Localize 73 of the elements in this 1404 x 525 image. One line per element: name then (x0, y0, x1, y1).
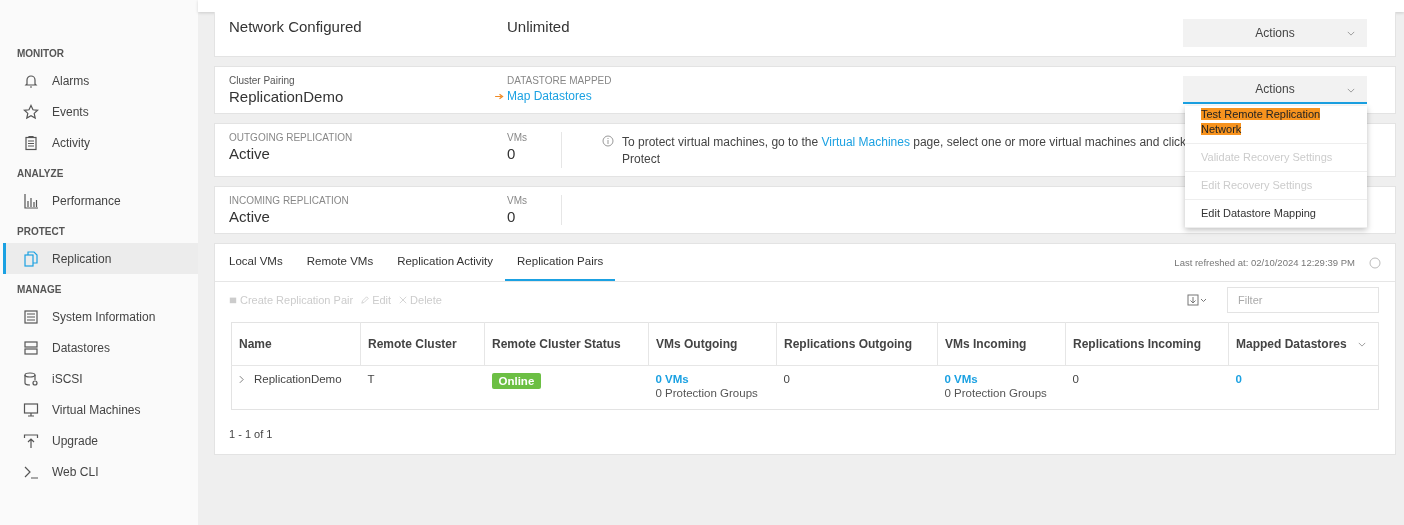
column-header[interactable]: Remote Cluster (360, 322, 485, 366)
tab[interactable]: Local VMs (229, 244, 295, 281)
nav-item[interactable]: Web CLI (3, 456, 198, 487)
field-label: OUTGOING REPLICATION (229, 132, 354, 143)
section-heading: MONITOR (16, 47, 66, 61)
field-value: ReplicationDemo (229, 88, 345, 105)
pagination-text: 1 - 1 of 1 (228, 427, 274, 442)
table-cell-text: 0 Protection Groups (944, 387, 1048, 399)
nav-item[interactable]: Datastores (3, 332, 198, 363)
monitor-icon (23, 401, 39, 418)
table-cell: ReplicationDemo (254, 373, 342, 385)
last-refreshed-text: Last refreshed at: 02/10/2024 12:29:39 PM (1174, 257, 1355, 268)
table-cell: 0 (783, 373, 790, 385)
expand-icon[interactable] (239, 374, 244, 384)
menu-item[interactable]: Test Remote Replication Network (1185, 106, 1367, 144)
section-heading: PROTECT (16, 225, 66, 239)
field-label: DATASTORE MAPPED (506, 75, 613, 86)
bell-icon (23, 72, 39, 89)
arrow-icon (495, 92, 504, 100)
field-label: INCOMING REPLICATION (229, 195, 350, 206)
column-header[interactable]: Replications Incoming (1065, 322, 1229, 366)
field-label: VMs (507, 195, 528, 206)
field-value: 0 (507, 208, 517, 225)
field-label: VMs (507, 132, 528, 143)
section-heading: MANAGE (16, 283, 63, 297)
field-value: Network Configured (229, 18, 363, 35)
filter-field[interactable]: Filter (1227, 287, 1379, 313)
nav-item[interactable]: Upgrade (3, 425, 198, 456)
actions-dropdown[interactable]: Actions (1183, 76, 1367, 104)
field-value: Active (229, 208, 271, 225)
export-icon[interactable] (1187, 294, 1207, 306)
bar-chart-icon (23, 192, 39, 209)
actions-dropdown[interactable]: Actions (1183, 19, 1367, 47)
nav-item[interactable]: Performance (3, 185, 198, 216)
star-icon (23, 103, 39, 120)
table-cell-text: 0 Protection Groups (655, 387, 759, 399)
column-header[interactable]: Name (231, 322, 361, 366)
status-badge: Online (491, 373, 542, 389)
list-icon (23, 308, 39, 325)
pencil-icon (361, 296, 370, 304)
column-header[interactable]: VMs Outgoing (648, 322, 777, 366)
column-header[interactable]: Mapped Datastores (1228, 322, 1379, 366)
nav-item[interactable]: Alarms (3, 65, 198, 96)
field-value: 0 (507, 145, 517, 162)
close-icon (399, 296, 408, 304)
field-value: Active (229, 145, 271, 162)
table-cell: T (367, 373, 375, 385)
info-icon (602, 135, 614, 147)
field-value: Unlimited (507, 18, 571, 35)
upload-icon (23, 432, 39, 449)
caret-icon (1347, 31, 1355, 36)
nav-item[interactable]: Replication (3, 243, 198, 274)
nav-item[interactable]: Virtual Machines (3, 394, 198, 425)
caret-icon[interactable] (1358, 342, 1366, 347)
database-icon (23, 370, 39, 387)
nav-item[interactable]: System Information (3, 301, 198, 332)
nav-item[interactable]: Activity (3, 127, 198, 158)
refresh-icon[interactable] (1369, 256, 1381, 269)
field-label: Cluster Pairing (229, 75, 296, 86)
copy-icon (23, 250, 39, 267)
column-header[interactable]: Replications Outgoing (776, 322, 938, 366)
column-header[interactable]: Remote Cluster Status (484, 322, 649, 366)
nav-item[interactable]: iSCSI (3, 363, 198, 394)
section-heading: ANALYZE (16, 167, 65, 181)
column-header[interactable]: VMs Incoming (937, 322, 1066, 366)
clipboard-icon (23, 134, 39, 151)
server-icon (23, 339, 39, 356)
nav-item[interactable]: Events (3, 96, 198, 127)
caret-icon (1347, 88, 1355, 93)
table-cell: 0 (1072, 373, 1079, 385)
tab[interactable]: Replication Activity (385, 244, 506, 281)
tab[interactable]: Remote VMs (294, 244, 386, 281)
tab[interactable]: Replication Pairs (505, 244, 616, 281)
